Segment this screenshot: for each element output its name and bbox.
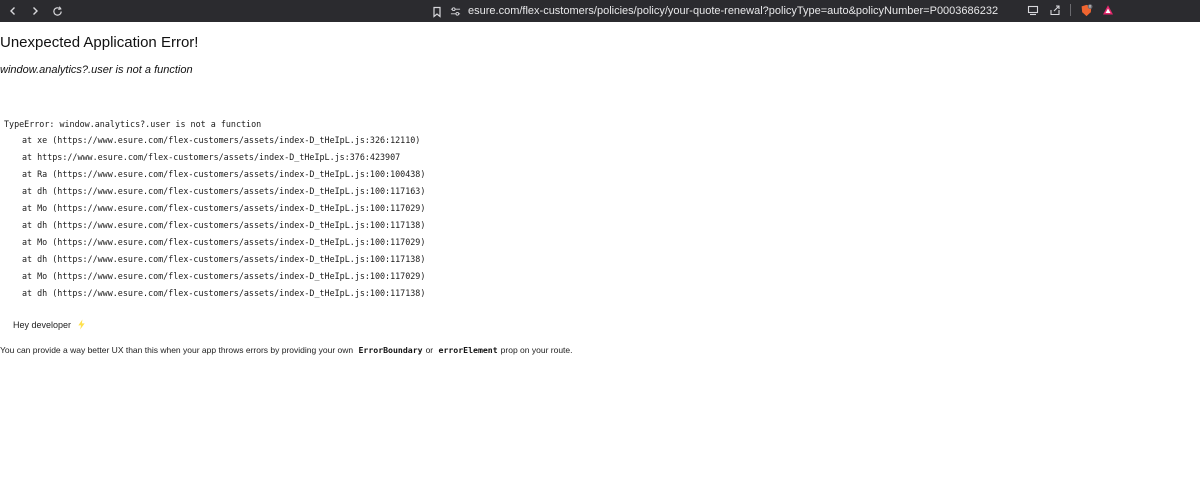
stack-frame: at Mo (https://www.esure.com/flex-custom… xyxy=(22,271,426,281)
reload-icon xyxy=(52,5,62,16)
hint-or: or xyxy=(425,345,434,355)
bookmark-button[interactable] xyxy=(431,5,443,18)
share-icon xyxy=(1050,5,1060,16)
brave-rewards-button[interactable] xyxy=(1101,3,1115,17)
brave-shields-button[interactable]: 8 xyxy=(1079,3,1093,17)
stack-frame: at Mo (https://www.esure.com/flex-custom… xyxy=(22,237,426,247)
cast-icon xyxy=(1027,5,1039,16)
reload-button[interactable] xyxy=(50,4,64,18)
toolbar-right-icons: 8 xyxy=(1026,3,1115,17)
error-element-code: errorElement xyxy=(438,345,498,355)
stack-trace-header: TypeError: window.analytics?.user is not… xyxy=(4,119,262,129)
chevron-left-icon xyxy=(10,7,15,15)
stack-frame: at Mo (https://www.esure.com/flex-custom… xyxy=(22,203,426,213)
address-bar[interactable]: esure.com/flex-customers/policies/policy… xyxy=(448,1,1008,21)
svg-text:8: 8 xyxy=(1089,4,1091,8)
back-button[interactable] xyxy=(6,4,20,18)
share-button[interactable] xyxy=(1048,3,1062,17)
hint-prefix: You can provide a way better UX than thi… xyxy=(0,345,354,355)
stack-frame: at https://www.esure.com/flex-customers/… xyxy=(22,152,401,162)
developer-greeting-text: Hey developer xyxy=(13,319,72,330)
brave-lion-icon: 8 xyxy=(1081,3,1092,16)
forward-button[interactable] xyxy=(28,4,42,18)
nav-buttons xyxy=(0,4,64,18)
chevron-right-icon xyxy=(33,7,38,15)
error-message: window.analytics?.user is not a function xyxy=(0,64,193,76)
stack-frame: at dh (https://www.esure.com/flex-custom… xyxy=(22,220,426,230)
browser-toolbar: esure.com/flex-customers/policies/policy… xyxy=(0,0,1200,22)
toolbar-divider xyxy=(1070,4,1071,16)
stack-frame: at dh (https://www.esure.com/flex-custom… xyxy=(22,288,426,298)
stack-frame: at Ra (https://www.esure.com/flex-custom… xyxy=(22,169,426,179)
developer-greeting: Hey developer xyxy=(13,319,86,330)
bookmark-icon xyxy=(433,6,441,18)
rewards-triangle-icon xyxy=(1103,5,1113,15)
stack-frame: at dh (https://www.esure.com/flex-custom… xyxy=(22,186,426,196)
site-settings-button[interactable] xyxy=(448,4,462,18)
tune-icon xyxy=(450,6,460,16)
hint-suffix: prop on your route. xyxy=(500,345,573,355)
stack-trace: TypeError: window.analytics?.user is not… xyxy=(0,88,1200,298)
error-boundary-code: ErrorBoundary xyxy=(358,345,423,355)
url-text[interactable]: esure.com/flex-customers/policies/policy… xyxy=(468,5,998,17)
developer-hint: You can provide a way better UX than thi… xyxy=(0,345,573,355)
stack-frame: at xe (https://www.esure.com/flex-custom… xyxy=(22,135,421,145)
error-title: Unexpected Application Error! xyxy=(0,34,199,51)
stack-frame: at dh (https://www.esure.com/flex-custom… xyxy=(22,254,426,264)
lightning-bolt-icon xyxy=(78,319,85,330)
cast-button[interactable] xyxy=(1026,3,1040,17)
